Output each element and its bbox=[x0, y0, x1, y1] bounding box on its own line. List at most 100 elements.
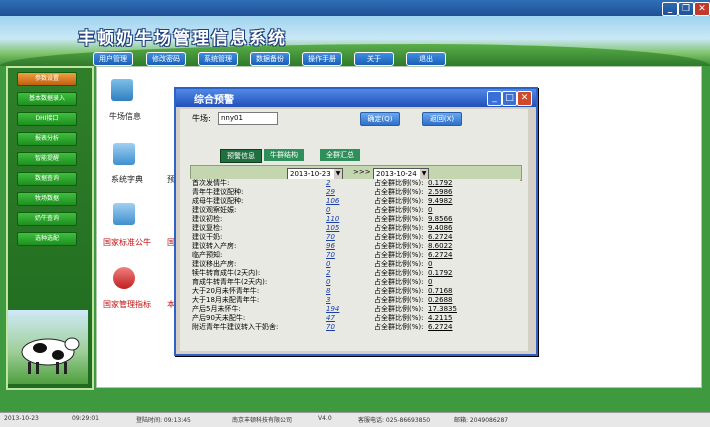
status-bar: 2013-10-23 09:29:01 登陆时间: 09:13:45 南京丰顿科… bbox=[0, 412, 710, 427]
restore-button[interactable]: ❐ bbox=[678, 2, 694, 16]
tab-herd-summary[interactable]: 全群汇总 bbox=[320, 149, 360, 161]
row-pct-value: 0.1792 bbox=[428, 269, 453, 277]
close-button[interactable]: ✕ bbox=[694, 2, 710, 16]
farm-info-icon[interactable] bbox=[111, 79, 133, 101]
sidebar-item-reports[interactable]: 报表分析 bbox=[17, 132, 77, 146]
table-row: 产后90天未配牛: 47 占全群比例(%): 4.2115 bbox=[190, 314, 520, 323]
row-count[interactable]: 105 bbox=[326, 224, 348, 233]
management-index-label[interactable]: 国家管理指标 bbox=[103, 299, 151, 310]
row-count[interactable]: 47 bbox=[326, 314, 348, 323]
dialog-maximize-button[interactable]: □ bbox=[502, 91, 517, 106]
status-time: 09:29:01 bbox=[72, 415, 99, 422]
farm-input[interactable]: nny01 bbox=[218, 112, 278, 125]
sidebar-item-reminders[interactable]: 智能提醒 bbox=[17, 152, 77, 166]
cow-illustration bbox=[21, 337, 80, 374]
row-count[interactable]: 29 bbox=[326, 188, 348, 197]
warning-dialog: 综合预警 _ □ ✕ 牛场: nny01 确定(Q) 返回(X) 预警信息 牛群… bbox=[174, 87, 538, 356]
farm-info-label[interactable]: 牛场信息 bbox=[109, 111, 141, 122]
row-count[interactable]: 110 bbox=[326, 215, 348, 224]
row-count[interactable]: 0 bbox=[326, 206, 348, 215]
dialog-minimize-button[interactable]: _ bbox=[487, 91, 502, 106]
row-pct-value: 0 bbox=[428, 206, 433, 214]
row-count[interactable]: 8 bbox=[326, 287, 348, 296]
row-pct-label: 占全群比例(%): bbox=[374, 197, 424, 205]
table-row: 建议移出产房: 0 占全群比例(%): 0 bbox=[190, 260, 520, 269]
row-count[interactable]: 106 bbox=[326, 197, 348, 206]
row-count[interactable]: 2 bbox=[326, 179, 348, 188]
nav-exit[interactable]: 退出 bbox=[406, 52, 446, 66]
row-pct-value: 9.4086 bbox=[428, 224, 453, 232]
confirm-button[interactable]: 确定(Q) bbox=[360, 112, 400, 126]
sidebar-item-query[interactable]: 数据查询 bbox=[17, 172, 77, 186]
tab-herd-structure[interactable]: 牛群结构 bbox=[264, 149, 304, 161]
row-label: 犊牛转育成牛(2天内): bbox=[192, 269, 261, 277]
table-row: 成母牛建议配种: 106 占全群比例(%): 9.4982 bbox=[190, 197, 520, 206]
bull-standard-label[interactable]: 国家标准公牛 bbox=[103, 237, 151, 248]
dialog-body: 牛场: nny01 确定(Q) 返回(X) 预警信息 牛群结构 全群汇总 201… bbox=[180, 109, 528, 351]
sidebar-item-data-entry[interactable]: 基本数据录入 bbox=[17, 92, 77, 106]
nav-data-backup[interactable]: 数据备份 bbox=[250, 52, 290, 66]
row-pct-label: 占全群比例(%): bbox=[374, 296, 424, 304]
nav-manual[interactable]: 操作手册 bbox=[302, 52, 342, 66]
date-to-value: 2013-10-24 bbox=[376, 170, 417, 178]
table-row: 首次发情牛: 2 占全群比例(%): 0.1792 bbox=[190, 179, 520, 188]
chevron-down-icon: ▼ bbox=[334, 169, 342, 179]
row-pct-label: 占全群比例(%): bbox=[374, 260, 424, 268]
dictionary-icon[interactable] bbox=[113, 143, 135, 165]
row-count[interactable]: 0 bbox=[326, 278, 348, 287]
sidebar-item-breeding[interactable]: 选种选配 bbox=[17, 232, 77, 246]
row-pct-label: 占全群比例(%): bbox=[374, 224, 424, 232]
row-pct-label: 占全群比例(%): bbox=[374, 305, 424, 313]
row-pct-value: 4.2115 bbox=[428, 314, 453, 322]
row-pct-label: 占全群比例(%): bbox=[374, 242, 424, 250]
chevron-down-icon: ▼ bbox=[420, 169, 428, 179]
back-button[interactable]: 返回(X) bbox=[422, 112, 462, 126]
row-label: 青年牛建议配种: bbox=[192, 188, 244, 196]
row-pct-label: 占全群比例(%): bbox=[374, 233, 424, 241]
row-count[interactable]: 3 bbox=[326, 296, 348, 305]
table-row: 附近青年牛建议转入干奶舍: 70 占全群比例(%): 6.2724 bbox=[190, 323, 520, 332]
minimize-button[interactable]: _ bbox=[662, 2, 678, 16]
table-row: 临产预知: 70 占全群比例(%): 6.2724 bbox=[190, 251, 520, 260]
bull-standard-icon[interactable] bbox=[113, 203, 135, 225]
status-phone: 客服电话: 025-86693850 bbox=[358, 417, 431, 424]
dictionary-label[interactable]: 系统字典 bbox=[111, 174, 143, 185]
tab-warning-info[interactable]: 预警信息 bbox=[220, 149, 262, 163]
row-pct-value: 9.4982 bbox=[428, 197, 453, 205]
row-label: 建议复检: bbox=[192, 224, 223, 232]
row-count[interactable]: 0 bbox=[326, 260, 348, 269]
table-row: 建议转入产房: 96 占全群比例(%): 8.6022 bbox=[190, 242, 520, 251]
row-count[interactable]: 70 bbox=[326, 233, 348, 242]
app-title: 丰顿奶牛场管理信息系统 bbox=[78, 29, 287, 49]
management-index-icon[interactable] bbox=[113, 267, 135, 289]
row-count[interactable]: 70 bbox=[326, 251, 348, 260]
sidebar-item-farm-data[interactable]: 牧场数据 bbox=[17, 192, 77, 206]
nav-about[interactable]: 关于 bbox=[354, 52, 394, 66]
dialog-close-button[interactable]: ✕ bbox=[517, 91, 532, 106]
row-count[interactable]: 2 bbox=[326, 269, 348, 278]
row-count[interactable]: 70 bbox=[326, 323, 348, 332]
sidebar-item-cow-query[interactable]: 奶牛查询 bbox=[17, 212, 77, 226]
row-label: 产后90天未配牛: bbox=[192, 314, 246, 322]
status-version: V4.0 bbox=[318, 415, 332, 422]
status-date: 2013-10-23 bbox=[4, 415, 39, 422]
nav-user-management[interactable]: 用户管理 bbox=[93, 52, 133, 66]
sidebar-item-dhi[interactable]: DHI接口 bbox=[17, 112, 77, 126]
row-pct-label: 占全群比例(%): bbox=[374, 179, 424, 187]
row-pct-value: 6.2724 bbox=[428, 323, 453, 331]
row-pct-value: 2.5986 bbox=[428, 188, 453, 196]
row-pct-value: 17.3835 bbox=[428, 305, 457, 313]
nav-system-management[interactable]: 系统管理 bbox=[198, 52, 238, 66]
row-count[interactable]: 96 bbox=[326, 242, 348, 251]
dialog-titlebar[interactable]: 综合预警 _ □ ✕ bbox=[176, 89, 536, 107]
row-count[interactable]: 194 bbox=[326, 305, 348, 314]
table-row: 青年牛建议配种: 29 占全群比例(%): 2.5986 bbox=[190, 188, 520, 197]
sidebar-item-params[interactable]: 参数设置 bbox=[17, 72, 77, 86]
row-pct-label: 占全群比例(%): bbox=[374, 251, 424, 259]
farm-field-label: 牛场: bbox=[192, 114, 211, 123]
nav-change-password[interactable]: 修改密码 bbox=[146, 52, 186, 66]
table-row: 育成牛转青年牛(2天内): 0 占全群比例(%): 0 bbox=[190, 278, 520, 287]
row-pct-label: 占全群比例(%): bbox=[374, 215, 424, 223]
row-pct-label: 占全群比例(%): bbox=[374, 278, 424, 286]
row-pct-label: 占全群比例(%): bbox=[374, 269, 424, 277]
